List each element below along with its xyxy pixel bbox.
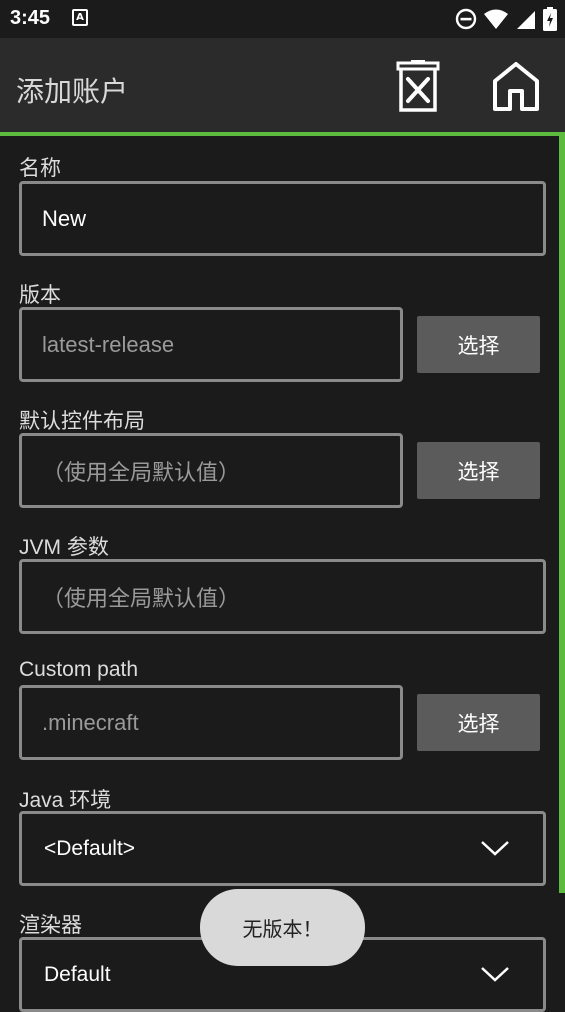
home-icon [493,62,539,111]
java-env-dropdown[interactable]: <Default> [19,811,546,886]
status-time: 3:45 [10,7,51,29]
custom-path-field[interactable]: .minecraft [19,685,403,760]
java-env-selected: <Default> [44,836,136,860]
toast-message: 无版本！ [200,889,365,966]
battery-icon [543,7,557,31]
name-label: 名称 [19,157,61,180]
signal-icon [517,11,535,29]
java-env-label: Java 环境 [19,789,112,812]
app-bar: 添加账户 [0,38,565,132]
home-button[interactable] [487,58,545,116]
renderer-label: 渲染器 [19,914,82,937]
control-layout-placeholder: （使用全局默认值） [42,459,241,485]
name-field[interactable]: New [19,181,546,256]
chevron-down-icon [481,967,509,982]
version-field[interactable]: latest-release [19,307,403,382]
notification-icon: A [72,9,88,26]
delete-button[interactable] [389,58,447,116]
custom-path-label: Custom path [19,658,139,681]
wifi-icon [484,9,508,29]
delete-icon [396,60,440,112]
custom-path-placeholder: .minecraft [42,709,139,735]
version-select-button[interactable]: 选择 [417,316,540,373]
control-layout-select-button[interactable]: 选择 [417,442,540,499]
control-layout-field[interactable]: （使用全局默认值） [19,433,403,508]
chevron-down-icon [481,841,509,856]
jvm-args-field[interactable]: （使用全局默认值） [19,559,546,634]
custom-path-select-button[interactable]: 选择 [417,694,540,751]
jvm-args-placeholder: （使用全局默认值） [42,585,241,611]
name-value: New [42,205,87,231]
status-icons [455,7,557,31]
status-bar: 3:45 A [0,0,565,38]
app-bar-accent-line [0,132,565,136]
version-value: latest-release [42,331,175,357]
control-layout-label: 默认控件布局 [19,410,145,433]
do-not-disturb-icon [455,8,477,30]
page-title: 添加账户 [16,75,129,108]
scrollbar[interactable] [559,136,565,893]
version-label: 版本 [19,284,61,307]
jvm-args-label: JVM 参数 [19,536,109,559]
renderer-selected: Default [44,962,111,986]
